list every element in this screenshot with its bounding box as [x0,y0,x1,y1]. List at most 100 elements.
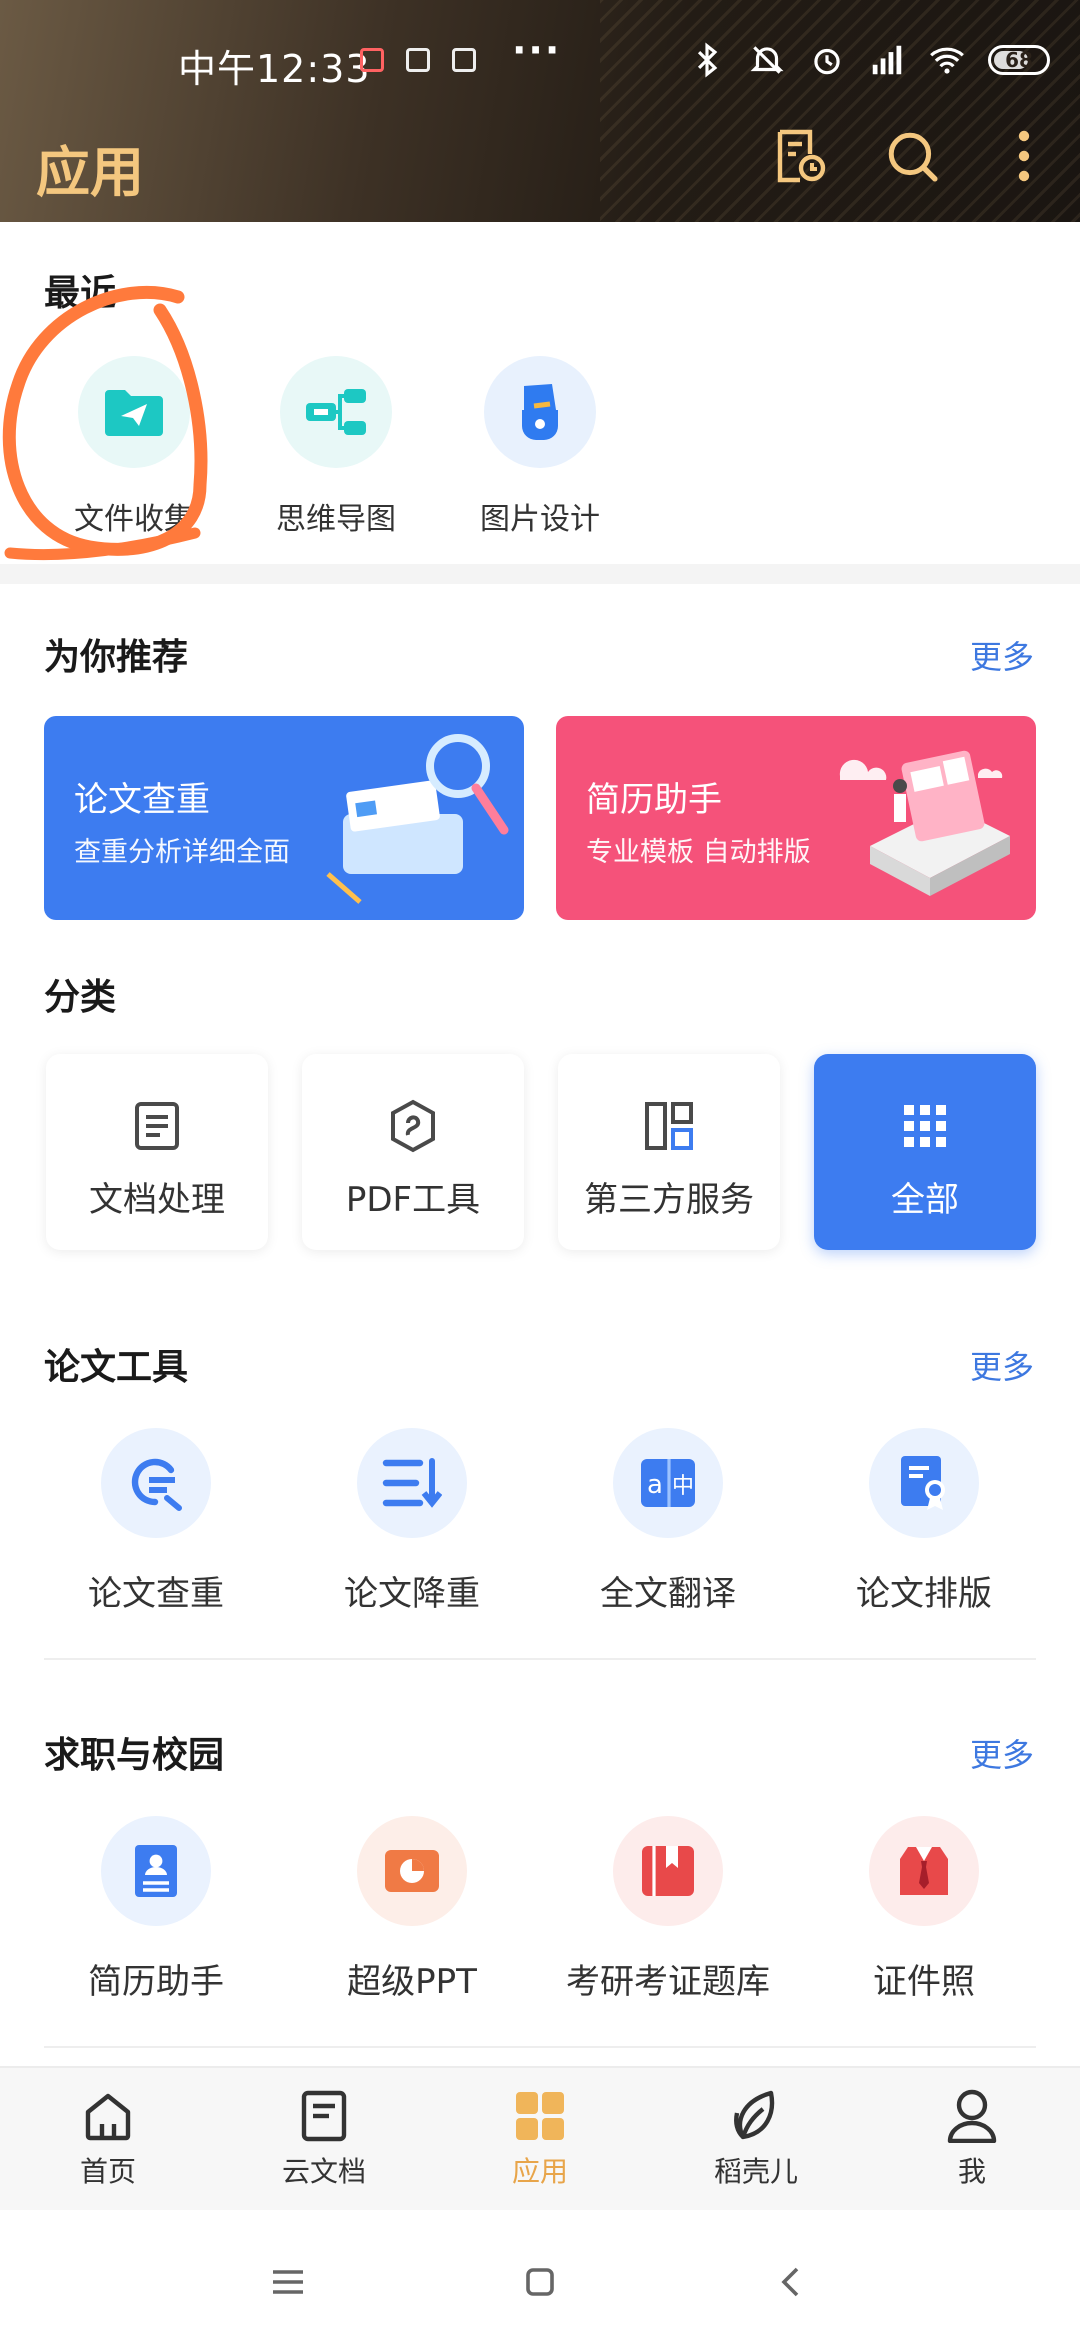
banner-subtitle: 查重分析详细全面 [74,837,290,868]
recent-section: 最近 文件收集 思维导图 图片设计 [0,222,1080,564]
category-all[interactable]: 全部 [814,1054,1036,1250]
banner-resume-helper[interactable]: 简历助手 专业模板 自动排版 [556,716,1036,920]
nav-label: 应用 [511,2155,568,2188]
menu-icon [273,2270,303,2294]
banner-subtitle: 专业模板 自动排版 [586,837,811,868]
recent-item-file-collect[interactable]: 文件收集 [54,356,214,538]
recent-item-label: 文件收集 [74,502,194,537]
tool-exam-bank[interactable]: 考研考证题库 [558,1816,778,2003]
tool-label: 论文查重 [88,1574,224,1614]
banner-title: 简历助手 [586,780,722,820]
bluetooth-icon [697,42,718,78]
file-history-icon [777,129,826,183]
nav-label: 云文档 [281,2155,366,2188]
square-icon [526,2268,554,2296]
page-title: 应用 [36,141,144,204]
folder-send-icon [105,390,163,436]
system-navigation [0,2210,1080,2340]
id-photo-icon [900,1847,948,1895]
status-more-indicator: ··· [512,28,562,72]
recent-item-mindmap[interactable]: 思维导图 [256,356,416,538]
category-third-party[interactable]: 第三方服务 [558,1054,780,1250]
tool-label: 超级PPT [347,1962,477,2002]
recent-item-icon-bg [280,356,392,468]
career-more-link[interactable]: 更多 [970,1730,1034,1776]
certificate-icon [901,1456,945,1510]
recent-item-label: 图片设计 [480,502,600,537]
system-home-button[interactable] [510,2252,570,2312]
section-divider [44,1658,1036,1660]
category-label: 第三方服务 [584,1180,754,1220]
tool-label: 全文翻译 [600,1574,736,1614]
recommend-more-link[interactable]: 更多 [970,632,1034,678]
status-time: 中午12:33 [178,47,371,91]
nav-docer[interactable]: 稻壳儿 [676,2086,836,2190]
more-options-button[interactable] [994,126,1054,186]
file-history-button[interactable] [770,126,830,186]
battery-indicator: 68 [988,45,1050,75]
home-icon [85,2093,131,2141]
career-title: 求职与校园 [44,1735,225,1776]
tool-label: 简历助手 [88,1962,224,2002]
tool-full-translate[interactable]: a 中 全文翻译 [558,1428,778,1615]
mute-icon [750,46,784,74]
system-back-button[interactable] [760,2252,820,2312]
section-divider [0,564,1080,584]
nav-apps[interactable]: 应用 [460,2086,620,2190]
categories-title: 分类 [44,977,117,1018]
category-label: 文档处理 [89,1180,225,1220]
message-icon [406,48,430,72]
category-label: PDF工具 [345,1180,481,1220]
nav-home[interactable]: 首页 [28,2086,188,2190]
profile-icon [947,2089,997,2143]
tool-id-photo[interactable]: 证件照 [814,1816,1034,2003]
nav-label: 首页 [79,2155,136,2188]
ppt-icon [385,1850,439,1892]
cloud-doc-icon [301,2090,347,2142]
nav-cloud-docs[interactable]: 云文档 [244,2086,404,2190]
bottom-nav: 首页 云文档 应用 稻壳儿 我 [0,2066,1080,2210]
banner-title: 论文查重 [74,780,210,820]
search-button[interactable] [882,126,942,186]
category-document[interactable]: 文档处理 [46,1054,268,1250]
category-pdf-tools[interactable]: PDF工具 [302,1054,524,1250]
wifi-icon [930,47,964,74]
back-icon [781,2267,799,2297]
tool-resume-helper[interactable]: 简历助手 [46,1816,266,2003]
search-icon [888,132,938,182]
nav-profile[interactable]: 我 [892,2086,1052,2190]
signal-icon [872,45,902,75]
chat-icon [452,48,476,72]
notification-icons [360,48,476,72]
more-vertical-icon [1018,130,1030,182]
resume-illustration [839,750,1010,896]
book-icon [642,1846,694,1896]
tool-paper-format[interactable]: 论文排版 [814,1428,1034,1615]
tool-paper-reduce[interactable]: 论文降重 [302,1428,522,1615]
svg-text:a: a [647,1470,663,1500]
recent-item-image-design[interactable]: 图片设计 [460,356,620,538]
notification-icon [360,48,384,72]
recent-item-label: 思维导图 [276,502,396,537]
status-bar: 中午12:33 ··· 68 [0,0,1080,120]
recommend-title: 为你推荐 [44,637,189,678]
tool-super-ppt[interactable]: 超级PPT [302,1816,522,2003]
leaf-icon [734,2090,775,2140]
category-label: 全部 [891,1180,959,1220]
banner-paper-check[interactable]: 论文查重 查重分析详细全面 [44,716,524,920]
nav-label: 我 [957,2155,986,2188]
tool-label: 证件照 [873,1962,975,2002]
paper-tools-more-link[interactable]: 更多 [970,1342,1034,1388]
paper-check-illustration [326,734,509,904]
section-divider [44,2046,1036,2048]
tool-paper-check[interactable]: 论文查重 [46,1428,266,1615]
layout-icon [645,1102,693,1150]
system-menu-button[interactable] [258,2252,318,2312]
resume-icon [135,1845,177,1897]
document-icon [135,1102,179,1150]
svg-text:中: 中 [672,1474,694,1499]
list-reduce-icon [382,1458,442,1508]
app-bar: 应用 [0,120,1080,222]
search-check-icon [131,1458,182,1511]
recent-item-icon-bg [484,356,596,468]
